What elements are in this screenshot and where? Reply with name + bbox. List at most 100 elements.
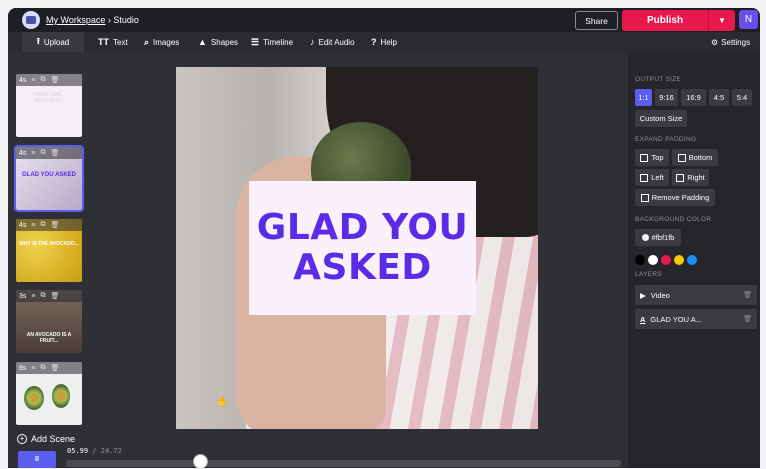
timeline-tool-button[interactable]: ☰ Timeline [251,32,293,52]
add-scene-button[interactable]: + Add Scene [17,434,75,444]
swatch-black[interactable] [635,255,645,265]
padding-left-checkbox[interactable]: Left [635,169,669,186]
upload-icon: ⭱ [36,36,40,46]
scene-thumbnail-4[interactable]: 3s ≡ ⧉ 🗑 AN AVOCADO IS A FRUIT... [16,290,82,353]
swatch-white[interactable] [648,255,658,265]
timeline-icon: ☰ [251,36,260,47]
edit-audio-button[interactable]: ♪ Edit Audio [310,32,355,52]
padding-right-checkbox[interactable]: Right [672,169,709,186]
checkbox-icon [676,173,685,182]
trash-icon[interactable]: 🗑 [51,292,60,300]
padding-bottom-checkbox[interactable]: Bottom [672,149,718,166]
trash-icon[interactable]: 🗑 [743,291,752,299]
timeline-scrubber[interactable] [193,454,209,468]
swatch-blue[interactable] [687,255,697,265]
menu-icon[interactable]: ≡ [31,77,35,84]
duplicate-icon[interactable]: ⧉ [41,76,46,84]
chevron-down-icon[interactable]: ▼ [709,16,735,25]
scene-controls: 4s ≡ ⧉ 🗑 [16,147,82,159]
video-canvas[interactable]: GLAD YOU ASKED ✋ [176,67,538,429]
help-icon: ? [371,37,377,47]
size-9-16-button[interactable]: 9:16 [655,89,678,106]
swatch-red[interactable] [661,255,671,265]
toolbar: ⭱ Upload TT Text ⌕ Images ▲ Shapes ☰ Tim… [8,32,760,52]
scene-duration: 4s [19,149,27,157]
size-5-4-button[interactable]: 5:4 [732,89,752,106]
publish-button[interactable]: Publish [622,15,708,26]
timeline-track[interactable] [66,460,621,467]
text-element[interactable]: GLAD YOU ASKED [249,181,476,315]
time-readout: 05.99 / 24.72 [67,447,122,455]
scene-thumbnail-5[interactable]: 8s ≡ ⧉ 🗑 [16,362,82,425]
upload-label: Upload [43,37,70,47]
expand-padding-title: EXPAND PADDING [635,136,697,143]
app-logo-icon[interactable] [22,11,40,29]
duplicate-icon[interactable]: ⧉ [41,149,46,157]
size-1-1-button[interactable]: 1:1 [635,89,652,106]
remove-padding-checkbox[interactable]: Remove Padding [635,189,715,206]
pause-icon: II [35,456,39,463]
text-line-2: ASKED [293,247,432,288]
background-color-picker[interactable]: #fbf1fb [635,229,681,246]
checkbox-icon [640,173,649,182]
top-bar: My Workspace › Studio Share Publish ▼ N [8,8,760,32]
images-tool-button[interactable]: ⌕ Images [144,32,179,52]
add-scene-label: Add Scene [31,434,76,444]
music-note-icon: ♪ [310,37,315,47]
checkbox-icon [640,153,649,162]
size-4-5-button[interactable]: 4:5 [709,89,729,106]
text-icon: TT [98,37,109,47]
menu-icon[interactable]: ≡ [31,222,35,229]
layer-video[interactable]: ▶ Video 🗑 [635,285,757,305]
scene-duration: 3s [19,292,27,300]
trash-icon[interactable]: 🗑 [51,149,60,157]
user-avatar[interactable]: N [739,10,758,29]
custom-size-button[interactable]: Custom Size [635,110,687,127]
mouse-cursor-icon: ✋ [216,397,229,408]
layer-text[interactable]: A GLAD YOU A... 🗑 [635,309,757,329]
scene-thumbnail-2[interactable]: 4s ≡ ⧉ 🗑 GLAD YOU ASKED [14,145,84,212]
duplicate-icon[interactable]: ⧉ [41,292,46,300]
menu-icon[interactable]: ≡ [31,150,35,157]
duplicate-icon[interactable]: ⧉ [41,221,46,229]
pause-button[interactable]: II [18,451,56,468]
breadcrumb-separator: › [107,15,111,25]
timeline-tool-label: Timeline [263,37,294,47]
padding-right-label: Right [687,173,705,182]
help-button[interactable]: ? Help [371,32,397,52]
background-color-value: #fbf1fb [651,233,675,242]
properties-panel: OUTPUT SIZE 1:1 9:16 16:9 4:5 5:4 Custom… [628,52,760,468]
layer-video-label: Video [650,290,670,300]
menu-icon[interactable]: ≡ [31,365,35,372]
share-button[interactable]: Share [575,11,618,30]
settings-button[interactable]: ⚙ Settings [711,32,750,52]
scene-caption: AN AVOCADO IS A FRUIT... [26,332,72,344]
menu-icon[interactable]: ≡ [31,293,35,300]
upload-button[interactable]: ⭱ Upload [22,32,84,52]
edit-audio-label: Edit Audio [318,37,355,47]
size-16-9-button[interactable]: 16:9 [681,89,706,106]
shapes-tool-button[interactable]: ▲ Shapes [198,32,238,52]
current-time: 05.99 [67,447,89,455]
breadcrumb-workspace-link[interactable]: My Workspace [46,15,105,25]
text-tool-button[interactable]: TT Text [98,32,128,52]
time-separator: / [92,447,97,455]
duplicate-icon[interactable]: ⧉ [41,364,46,372]
layers-title: LAYERS [635,271,662,278]
scene-thumbnail-1[interactable]: 4s ≡ ⧉ 🗑 THERE ARE... AVOCADO... [16,74,82,137]
trash-icon[interactable]: 🗑 [51,221,60,229]
padding-top-checkbox[interactable]: Top [635,149,669,166]
scene-controls: 4s ≡ ⧉ 🗑 [16,74,82,86]
swatch-yellow[interactable] [674,255,684,265]
trash-icon[interactable]: 🗑 [51,76,60,84]
text-tool-label: Text [113,37,128,47]
trash-icon[interactable]: 🗑 [51,364,60,372]
remove-padding-label: Remove Padding [651,193,710,202]
output-size-title: OUTPUT SIZE [635,76,682,83]
scene-thumbnail-3[interactable]: 4s ≡ ⧉ 🗑 WHY IS THE AVOCADO... [16,219,82,282]
shapes-icon: ▲ [198,37,207,47]
images-tool-label: Images [153,37,180,47]
avocado-half-image [52,384,70,408]
total-time: 24.72 [100,447,122,455]
trash-icon[interactable]: 🗑 [743,315,752,323]
